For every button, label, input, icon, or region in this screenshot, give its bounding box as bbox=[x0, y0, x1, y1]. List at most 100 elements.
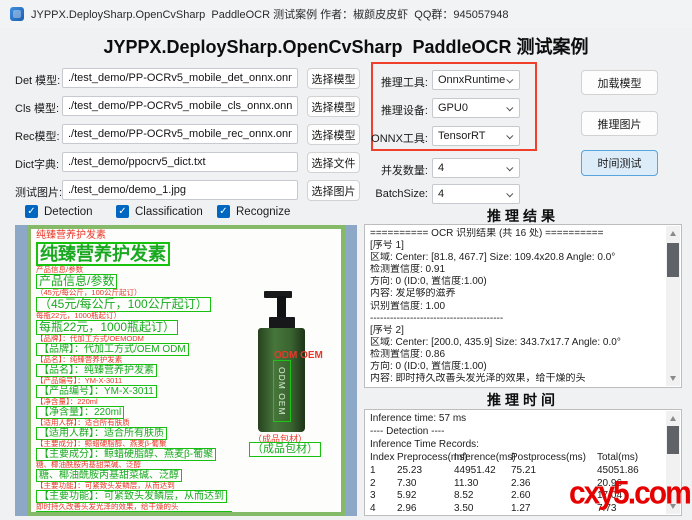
ocr-pair: 【品名】：纯臻营养护发素 【品名】：纯臻营养护发素 bbox=[36, 356, 256, 377]
chevron-down-icon bbox=[506, 103, 514, 111]
result-line: 检测置信度: 0.86 bbox=[370, 348, 446, 360]
batchsize-value: 4 bbox=[438, 188, 445, 200]
concurrency-dropdown[interactable]: 4 bbox=[432, 158, 520, 178]
test-image-label: 测试图片: bbox=[15, 187, 63, 199]
device-value: GPU0 bbox=[438, 102, 468, 114]
result-line: 区域: Center: [81.8, 467.7] Size: 109.4x20… bbox=[370, 252, 616, 264]
ocr-pair: 【适用人群】：适合所有肤质 【适用人群】：适合所有肤质 bbox=[36, 419, 256, 440]
cls-model-label: Cls 模型: bbox=[15, 103, 59, 115]
result-line: [序号 2] bbox=[370, 324, 404, 336]
engine-dropdown[interactable]: OnnxRuntime bbox=[432, 70, 520, 90]
dict-label: Dict字典: bbox=[15, 159, 59, 171]
ocr-pair: 每瓶22元，1000瓶起订） 每瓶22元，1000瓶起订） bbox=[36, 312, 256, 335]
timing-title: 推理时间 bbox=[487, 392, 559, 408]
result-line: 方向: 0 (ID:0, 置信度:1.00) bbox=[370, 361, 487, 373]
ocr-text-column: 纯臻营养护发素 纯臻营养护发素 产品信息/参数 产品信息/参数 （45元/每公斤，1… bbox=[36, 231, 256, 512]
app-icon bbox=[10, 7, 24, 21]
timing-line: Inference time: 57 ms bbox=[370, 413, 467, 424]
titlebar: JYPPX.DeploySharp.OpenCvSharp PaddleOCR … bbox=[0, 0, 692, 28]
checkbox-recognize[interactable]: ✓ Recognize bbox=[217, 205, 290, 218]
ocr-box: 【产品编号】：YM-X-3011 bbox=[36, 384, 157, 398]
ocr-pair: 【主要成分】：鲸蜡硬脂醇、燕麦β-葡聚 【主要成分】：鲸蜡硬脂醇、燕麦β-葡聚 bbox=[36, 440, 256, 461]
result-line: ========== OCR 识别结果 (共 16 处) ========== bbox=[370, 228, 604, 239]
select-image-button[interactable]: 选择图片 bbox=[307, 180, 360, 201]
batchsize-dropdown[interactable]: 4 bbox=[432, 184, 520, 204]
results-textbox[interactable]: ========== OCR 识别结果 (共 16 处) ========== … bbox=[364, 224, 682, 388]
timing-scrollbar-thumb[interactable] bbox=[667, 426, 679, 454]
ocr-pair: 【产品编号】：YM-X-3011 【产品编号】：YM-X-3011 bbox=[36, 377, 256, 398]
watermark: cxy5.com bbox=[569, 475, 692, 512]
result-line: 识别置信度: 1.00 bbox=[370, 300, 446, 312]
window-title: JYPPX.DeploySharp.OpenCvSharp PaddleOCR … bbox=[31, 9, 509, 21]
det-model-label: Det 模型: bbox=[15, 75, 61, 87]
engine-value: OnnxRuntime bbox=[438, 74, 506, 86]
timing-table-header: Index Preprocess(ms) Inference(ms) Postproc… bbox=[370, 451, 639, 463]
ocr-box: 糖、椰油酰胺丙基甜菜碱、泛醇 bbox=[36, 468, 182, 482]
test-image-input[interactable] bbox=[62, 180, 298, 200]
result-line: 检测置信度: 0.91 bbox=[370, 264, 446, 276]
chevron-down-icon bbox=[506, 163, 514, 171]
ocr-box: 【净含量】：220ml bbox=[36, 405, 125, 419]
scroll-up-icon[interactable] bbox=[670, 416, 676, 421]
preview-picturebox: 纯臻营养护发素 纯臻营养护发素 产品信息/参数 产品信息/参数 （45元/每公斤，1… bbox=[15, 225, 357, 516]
scroll-down-icon[interactable] bbox=[670, 376, 676, 381]
ocr-pair: 纯臻营养护发素 纯臻营养护发素 bbox=[36, 231, 256, 266]
checkbox-detection[interactable]: ✓ Detection bbox=[25, 205, 93, 218]
onnx-tool-value: TensorRT bbox=[438, 130, 486, 142]
rec-model-label: Rec模型: bbox=[15, 131, 60, 143]
result-line: 内容: 发足够的滋养 bbox=[370, 288, 456, 300]
onnx-tool-dropdown[interactable]: TensorRT bbox=[432, 126, 520, 146]
ocr-pair: 【品牌】：代加工方式/OEMODM 【品牌】：代加工方式/OEM ODM bbox=[36, 335, 256, 356]
ocr-box: 每瓶22元，1000瓶起订） bbox=[36, 319, 179, 335]
engine-label: 推理工具: bbox=[380, 77, 428, 89]
ocr-box: 【主要成分】：鲸蜡硬脂醇、燕麦β-葡聚 bbox=[36, 447, 217, 461]
dict-input[interactable] bbox=[62, 152, 298, 172]
infer-image-button[interactable]: 推理图片 bbox=[581, 111, 658, 136]
chevron-down-icon bbox=[506, 131, 514, 139]
det-model-input[interactable] bbox=[62, 68, 298, 88]
results-scrollbar-thumb[interactable] bbox=[667, 243, 679, 277]
load-model-button[interactable]: 加载模型 bbox=[581, 70, 658, 95]
select-det-model-button[interactable]: 选择模型 bbox=[307, 68, 360, 89]
ocr-pair: 糖、椰油酰胺丙基甜菜碱、泛醇 糖、椰油酰胺丙基甜菜碱、泛醇 bbox=[36, 461, 256, 482]
device-label: 推理设备: bbox=[380, 105, 428, 117]
chevron-down-icon bbox=[506, 189, 514, 197]
results-title: 推理结果 bbox=[487, 208, 559, 224]
ocr-box: 【适用人群】：适合所有肤质 bbox=[36, 426, 167, 440]
scroll-up-icon[interactable] bbox=[670, 231, 676, 236]
select-dict-file-button[interactable]: 选择文件 bbox=[307, 152, 360, 173]
bottle-pump-stem bbox=[277, 296, 286, 318]
ocr-pair: 即时持久改善头发光泽的效果，给干燥的头即时持久改善头发光泽的效果，给干燥的头 bbox=[36, 503, 256, 512]
ocr-pair: （45元/每公斤，100公斤起订） （45元/每公斤，100公斤起订） bbox=[36, 289, 256, 312]
batchsize-label: BatchSize: bbox=[375, 188, 428, 200]
chevron-down-icon bbox=[506, 75, 514, 83]
checkbox-detection-label: Detection bbox=[44, 205, 93, 218]
rec-model-input[interactable] bbox=[62, 124, 298, 144]
device-dropdown[interactable]: GPU0 bbox=[432, 98, 520, 118]
ocr-box: 即时持久改善头发光泽的效果，给干燥的头 bbox=[36, 510, 232, 512]
results-scrollbar[interactable] bbox=[666, 226, 680, 386]
cls-model-input[interactable] bbox=[62, 96, 298, 116]
time-test-button[interactable]: 时间测试 bbox=[581, 150, 658, 176]
timing-line: Inference Time Records: bbox=[370, 438, 479, 450]
checkbox-detection-check-icon[interactable]: ✓ bbox=[25, 205, 38, 218]
checkbox-recognize-label: Recognize bbox=[236, 205, 291, 218]
select-rec-model-button[interactable]: 选择模型 bbox=[307, 124, 360, 145]
onnx-tool-label: ONNX工具: bbox=[371, 133, 428, 145]
result-line: [序号 1] bbox=[370, 240, 404, 252]
checkbox-recognize-check-icon[interactable]: ✓ bbox=[217, 205, 230, 218]
ocr-pair: 【主要功能】：可紧致头发鳞层，从而达到 【主要功能】：可紧致头发鳞层，从而达到 bbox=[36, 482, 256, 503]
ocr-box-odm: ODM OEM bbox=[273, 360, 291, 422]
result-line: 内容: 即时持久改善头发光泽的效果，给干燥的头 bbox=[370, 373, 586, 385]
ocr-box: 【品牌】：代加工方式/OEM ODM bbox=[36, 342, 189, 356]
ocr-preview-image: 纯臻营养护发素 纯臻营养护发素 产品信息/参数 产品信息/参数 （45元/每公斤，1… bbox=[27, 225, 345, 516]
checkbox-classification[interactable]: ✓ Classification bbox=[116, 205, 203, 218]
ocr-box: 产品信息/参数 bbox=[36, 273, 118, 289]
result-line: 方向: 0 (ID:0, 置信度:1.00) bbox=[370, 276, 487, 288]
ocr-box: 【品名】：纯臻营养护发素 bbox=[36, 363, 157, 377]
ocr-box: （45元/每公斤，100公斤起订） bbox=[36, 296, 211, 312]
page-title: JYPPX.DeploySharp.OpenCvSharp PaddleOCR … bbox=[103, 37, 589, 57]
checkbox-classification-check-icon[interactable]: ✓ bbox=[116, 205, 129, 218]
ocr-box: 纯臻营养护发素 bbox=[36, 241, 170, 266]
select-cls-model-button[interactable]: 选择模型 bbox=[307, 96, 360, 117]
